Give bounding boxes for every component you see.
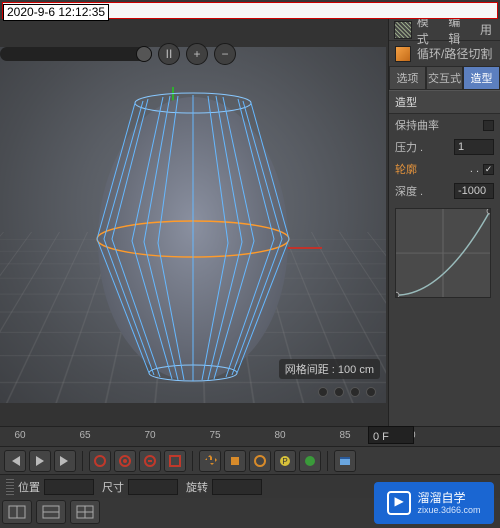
viewport-nav-dots bbox=[318, 387, 376, 397]
toolbar-separator bbox=[82, 451, 83, 471]
grip-icon[interactable] bbox=[6, 479, 14, 495]
watermark-play-icon bbox=[387, 491, 411, 515]
move-key-button[interactable] bbox=[199, 450, 221, 472]
play-button[interactable] bbox=[29, 450, 51, 472]
profile-checkbox[interactable] bbox=[483, 164, 494, 175]
tick: 60 bbox=[14, 430, 25, 441]
scale-key-button[interactable] bbox=[224, 450, 246, 472]
tab-interactive[interactable]: 交互式 bbox=[426, 66, 463, 90]
curve-editor[interactable] bbox=[395, 208, 491, 298]
tool-name-label: 循环/路径切割 bbox=[417, 45, 492, 62]
prop-profile: 轮廓 . . bbox=[389, 158, 500, 180]
film-button[interactable] bbox=[334, 450, 356, 472]
current-frame-field[interactable]: 0 F bbox=[368, 426, 414, 444]
tab-options[interactable]: 选项 bbox=[389, 66, 426, 90]
pressure-input[interactable] bbox=[454, 139, 494, 155]
vp-dot[interactable] bbox=[318, 387, 328, 397]
timestamp-text: 2020-9-6 12:12:35 bbox=[3, 4, 109, 21]
slider-track[interactable] bbox=[0, 47, 152, 61]
goto-start-button[interactable] bbox=[4, 450, 26, 472]
size-field[interactable] bbox=[128, 479, 178, 495]
bottom-icon-row bbox=[2, 500, 100, 524]
tool-cube-icon bbox=[395, 46, 411, 62]
param-key-button[interactable]: P bbox=[274, 450, 296, 472]
mesh-object[interactable] bbox=[88, 89, 298, 389]
3d-viewport[interactable]: 网格间距 : 100 cm bbox=[0, 47, 386, 403]
attr-tabs: 选项 交互式 造型 bbox=[389, 66, 500, 90]
goto-end-button[interactable] bbox=[54, 450, 76, 472]
svg-text:P: P bbox=[282, 457, 287, 466]
viewport-area: II + − bbox=[0, 19, 388, 426]
vp-dot[interactable] bbox=[334, 387, 344, 397]
plus-button[interactable]: + bbox=[186, 43, 208, 65]
size-group: 尺寸 bbox=[102, 479, 178, 495]
depth-label: 深度 . bbox=[395, 183, 450, 199]
preserve-curvature-label: 保持曲率 bbox=[395, 117, 479, 133]
attribute-panel: 模式 编辑 用 循环/路径切割 选项 交互式 造型 造型 保持曲率 压力 . 轮… bbox=[388, 19, 500, 426]
tick: 65 bbox=[79, 430, 90, 441]
section-header-shape: 造型 bbox=[389, 90, 500, 114]
toolbar-separator bbox=[327, 451, 328, 471]
depth-input[interactable] bbox=[454, 183, 494, 199]
tick: 80 bbox=[274, 430, 285, 441]
rotation-group: 旋转 bbox=[186, 479, 262, 495]
tick: 70 bbox=[144, 430, 155, 441]
position-group: 位置 bbox=[6, 479, 94, 495]
vp-dot[interactable] bbox=[366, 387, 376, 397]
rotation-label: 旋转 bbox=[186, 479, 208, 495]
tick: 85 bbox=[339, 430, 350, 441]
attr-top-menu: 模式 编辑 用 bbox=[389, 19, 500, 41]
position-label: 位置 bbox=[18, 479, 40, 495]
watermark-title: 溜溜自学 bbox=[417, 492, 480, 505]
menu-user[interactable]: 用 bbox=[480, 21, 492, 38]
preserve-curvature-checkbox[interactable] bbox=[483, 120, 494, 131]
layout-btn-3[interactable] bbox=[70, 500, 100, 524]
record-button[interactable] bbox=[89, 450, 111, 472]
round-button-group: II + − bbox=[158, 43, 236, 65]
pause-button[interactable]: II bbox=[158, 43, 180, 65]
timestamp-bar: 2020-9-6 12:12:35 bbox=[2, 2, 498, 19]
tick: 75 bbox=[209, 430, 220, 441]
rotate-key-button[interactable] bbox=[249, 450, 271, 472]
playback-toolbar: P bbox=[0, 446, 500, 474]
minus-button[interactable]: − bbox=[214, 43, 236, 65]
watermark-badge: 溜溜自学 zixue.3d66.com bbox=[374, 482, 494, 524]
key-options-button[interactable] bbox=[164, 450, 186, 472]
rotation-field[interactable] bbox=[212, 479, 262, 495]
position-field[interactable] bbox=[44, 479, 94, 495]
toolbar-separator bbox=[192, 451, 193, 471]
tab-shape[interactable]: 造型 bbox=[463, 66, 500, 90]
pla-key-button[interactable] bbox=[299, 450, 321, 472]
prop-preserve-curvature: 保持曲率 bbox=[389, 114, 500, 136]
profile-dots: . . bbox=[470, 163, 479, 175]
slider-knob[interactable] bbox=[136, 46, 152, 62]
pressure-label: 压力 . bbox=[395, 139, 450, 155]
record-alt-button[interactable] bbox=[114, 450, 136, 472]
current-frame-label: 0 F bbox=[369, 429, 393, 445]
layout-btn-1[interactable] bbox=[2, 500, 32, 524]
viewport-footer-text: 网格间距 : 100 cm bbox=[279, 359, 380, 379]
hatch-icon[interactable] bbox=[394, 21, 412, 39]
profile-label: 轮廓 bbox=[395, 161, 466, 177]
size-label: 尺寸 bbox=[102, 479, 124, 495]
watermark-sub: zixue.3d66.com bbox=[417, 505, 480, 515]
autokey-button[interactable] bbox=[139, 450, 161, 472]
timeline[interactable]: 60 65 70 75 80 85 90 bbox=[0, 426, 500, 446]
tool-title-row: 循环/路径切割 bbox=[389, 41, 500, 66]
prop-pressure: 压力 . bbox=[389, 136, 500, 158]
layout-btn-2[interactable] bbox=[36, 500, 66, 524]
vp-dot[interactable] bbox=[350, 387, 360, 397]
prop-depth: 深度 . bbox=[389, 180, 500, 202]
